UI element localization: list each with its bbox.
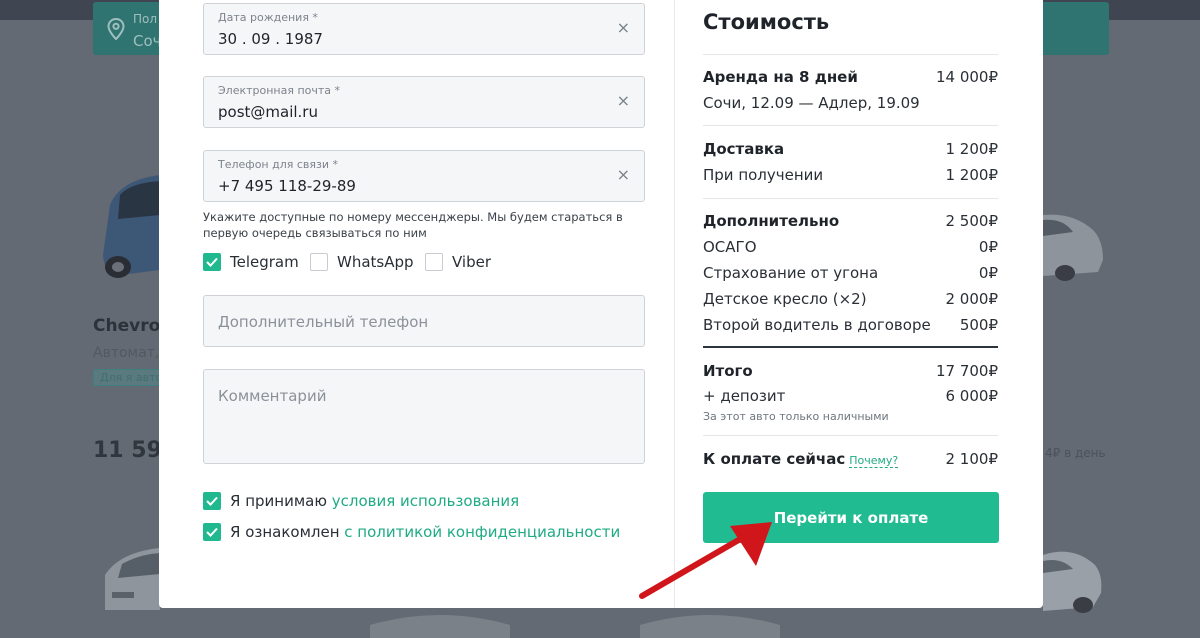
comment-placeholder: Комментарий	[218, 387, 327, 405]
privacy-link[interactable]: с политикой конфиденциальности	[344, 523, 620, 541]
checkbox-checked-icon[interactable]	[203, 492, 221, 510]
extras-value: 2 500₽	[945, 212, 999, 230]
delivery-label: Доставка	[703, 140, 785, 158]
checkbox-unchecked-icon[interactable]	[310, 253, 328, 271]
messenger-label: Telegram	[230, 253, 299, 271]
checkbox-checked-icon[interactable]	[203, 253, 221, 271]
privacy-prefix: Я ознакомлен	[230, 523, 345, 541]
messenger-label: WhatsApp	[337, 253, 414, 271]
modal-divider	[674, 0, 675, 608]
extras-item-value: 0₽	[978, 264, 998, 282]
red-arrow-annotation	[639, 522, 772, 599]
background-location-value: Соч	[133, 32, 162, 50]
divider	[703, 54, 998, 55]
car-image	[100, 175, 160, 280]
email-value[interactable]: post@mail.ru	[218, 103, 318, 121]
phone-value[interactable]: +7 495 118-29-89	[218, 177, 356, 195]
total-label: Итого	[703, 362, 753, 380]
pay-now-label: К оплате сейчас Почему?	[703, 450, 899, 468]
privacy-label: Я ознакомлен с политикой конфиденциально…	[230, 523, 620, 541]
messenger-hint: Укажите доступные по номеру мессенджеры.…	[203, 210, 623, 240]
extras-item-label: Детское кресло (×2)	[703, 290, 867, 308]
clear-icon[interactable]: ×	[617, 167, 630, 183]
clear-icon[interactable]: ×	[617, 20, 630, 36]
cost-title: Стоимость	[703, 10, 830, 34]
rental-value: 14 000₽	[935, 68, 998, 86]
why-link[interactable]: Почему?	[849, 454, 899, 468]
deposit-value: 6 000₽	[945, 387, 999, 405]
background-location-label: Пол	[133, 12, 158, 26]
car-image	[100, 540, 160, 610]
birthdate-value[interactable]: 30 . 09 . 1987	[218, 30, 323, 48]
email-label: Электронная почта *	[218, 84, 341, 97]
birthdate-field[interactable]: Дата рождения * 30 . 09 . 1987 ×	[203, 3, 645, 55]
extras-item-value: 500₽	[959, 316, 998, 334]
messenger-viber[interactable]: Viber	[425, 253, 491, 271]
extras-item-label: ОСАГО	[703, 238, 757, 256]
clear-icon[interactable]: ×	[617, 93, 630, 109]
terms-label: Я принимаю условия использования	[230, 492, 519, 510]
delivery-sub-label: При получении	[703, 166, 824, 184]
car-image	[370, 605, 510, 638]
terms-link[interactable]: условия использования	[332, 492, 519, 510]
extras-item-value: 2 000₽	[945, 290, 999, 308]
divider	[703, 125, 998, 126]
background-right-price: 4₽ в день	[1045, 446, 1106, 460]
extras-label: Дополнительно	[703, 212, 840, 230]
car-image	[1043, 535, 1103, 615]
terms-prefix: Я принимаю	[230, 492, 332, 510]
total-divider	[703, 346, 998, 348]
car-image	[1043, 200, 1105, 285]
rental-route: Сочи, 12.09 — Адлер, 19.09	[703, 94, 920, 112]
terms-checkbox-row[interactable]: Я принимаю условия использования	[203, 492, 519, 510]
extras-item-label: Страхование от угона	[703, 264, 879, 282]
messenger-whatsapp[interactable]: WhatsApp	[310, 253, 414, 271]
extra-phone-placeholder: Дополнительный телефон	[218, 313, 429, 331]
comment-textarea[interactable]: Комментарий	[203, 369, 645, 464]
checkbox-checked-icon[interactable]	[203, 523, 221, 541]
car-image	[640, 605, 780, 638]
extra-phone-input[interactable]: Дополнительный телефон	[203, 295, 645, 347]
privacy-checkbox-row[interactable]: Я ознакомлен с политикой конфиденциально…	[203, 523, 620, 541]
extras-item-label: Второй водитель в договоре	[703, 316, 931, 334]
extras-item-value: 0₽	[978, 238, 998, 256]
divider	[703, 435, 998, 436]
rental-label: Аренда на 8 дней	[703, 68, 858, 86]
messenger-telegram[interactable]: Telegram	[203, 253, 299, 271]
delivery-value: 1 200₽	[945, 140, 999, 158]
birthdate-label: Дата рождения *	[218, 11, 318, 24]
location-pin-icon	[107, 17, 125, 41]
checkbox-unchecked-icon[interactable]	[425, 253, 443, 271]
divider	[703, 198, 998, 199]
email-field[interactable]: Электронная почта * post@mail.ru ×	[203, 76, 645, 128]
phone-label: Телефон для связи *	[218, 158, 339, 171]
booking-modal: Дата рождения * 30 . 09 . 1987 × Электро…	[159, 0, 1043, 608]
deposit-label: + депозит	[703, 387, 786, 405]
pay-now-text: К оплате сейчас	[703, 450, 846, 468]
background-car-badge: Для я авто	[93, 369, 170, 386]
total-value: 17 700₽	[935, 362, 998, 380]
phone-field[interactable]: Телефон для связи * +7 495 118-29-89 ×	[203, 150, 645, 202]
delivery-sub-value: 1 200₽	[945, 166, 999, 184]
pay-now-value: 2 100₽	[945, 450, 999, 468]
messenger-label: Viber	[452, 253, 492, 271]
deposit-note: За этот авто только наличными	[703, 410, 889, 423]
